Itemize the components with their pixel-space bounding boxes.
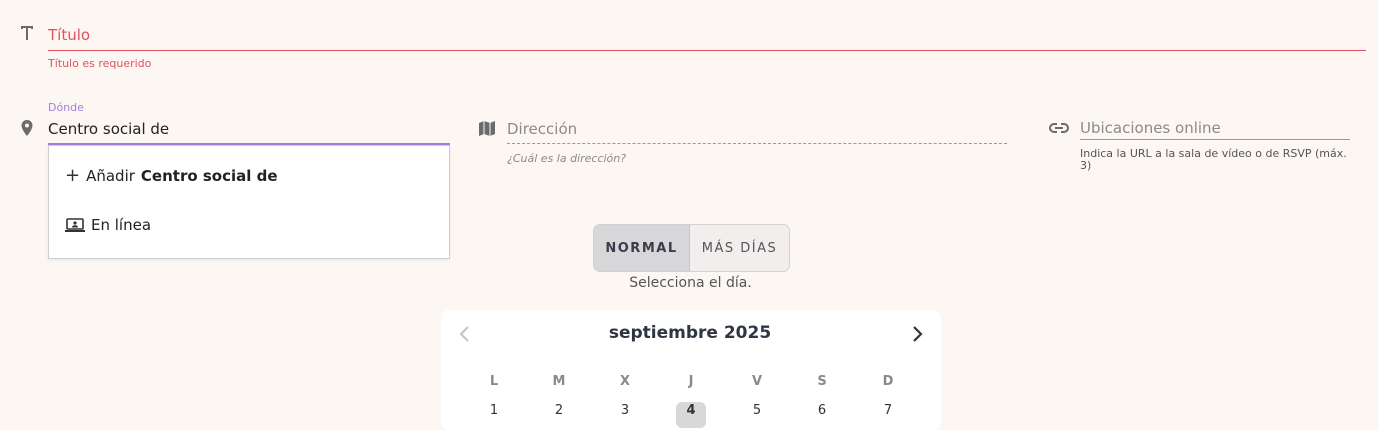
normal-mode-button[interactable]: NORMAL [594, 225, 690, 271]
add-location-option[interactable]: + Añadir Centro social de [65, 165, 278, 186]
online-locations-input[interactable]: Ubicaciones online [1080, 119, 1350, 140]
calendar-day-today[interactable]: 4 [676, 402, 706, 428]
calendar-day[interactable]: 5 [742, 402, 772, 428]
weekday-header: D [882, 374, 894, 389]
online-option-label: En línea [91, 216, 152, 234]
date-mode-toggle: NORMAL MÁS DÍAS [593, 224, 790, 272]
multi-day-mode-button[interactable]: MÁS DÍAS [690, 225, 789, 271]
link-icon [1049, 123, 1069, 133]
weekday-header: X [619, 374, 631, 389]
map-pin-icon [21, 120, 33, 136]
online-locations-help: Indica la URL a la sala de vídeo o de RS… [1080, 147, 1347, 172]
where-input[interactable]: Centro social de [48, 119, 450, 145]
weekday-header: L [489, 374, 499, 389]
weekday-header: S [817, 374, 827, 389]
select-day-hint: Selecciona el día. [629, 275, 752, 291]
online-option[interactable]: En línea [65, 216, 151, 234]
calendar-month-title: septiembre 2025 [608, 323, 772, 343]
calendar-day[interactable]: 3 [610, 402, 640, 428]
add-location-prefix: Añadir [86, 167, 135, 185]
weekday-header: J [688, 374, 694, 389]
calendar-day[interactable]: 2 [544, 402, 574, 428]
plus-icon: + [65, 165, 81, 186]
calendar-day[interactable]: 7 [873, 402, 903, 428]
title-error-message: Título es requerido [48, 57, 152, 70]
calendar-day[interactable]: 6 [807, 402, 837, 428]
address-help-text: ¿Cuál es la dirección? [507, 152, 627, 165]
where-suggestions-dropdown: + Añadir Centro social de En línea [48, 145, 450, 259]
chevron-right-icon[interactable] [910, 325, 924, 343]
address-input[interactable]: Dirección [507, 119, 1007, 144]
where-label: Dónde [48, 101, 84, 114]
calendar-day[interactable]: 1 [479, 402, 509, 428]
add-location-term: Centro social de [140, 167, 278, 185]
chevron-left-icon[interactable] [458, 325, 472, 343]
weekday-header: V [751, 374, 763, 389]
text-icon [21, 26, 33, 40]
weekday-header: M [552, 374, 566, 389]
map-icon [479, 121, 495, 136]
laptop-icon [65, 218, 85, 232]
title-input[interactable]: Título [48, 24, 1366, 51]
